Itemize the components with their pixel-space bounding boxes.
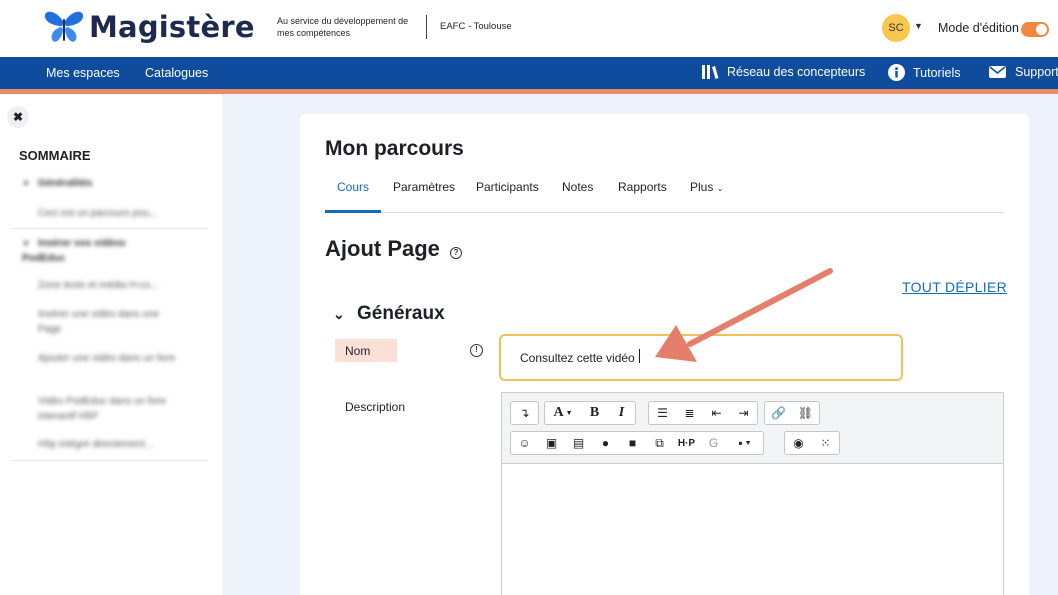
emoji-icon[interactable]: ☺ bbox=[511, 432, 538, 454]
site-logo[interactable]: Magistère bbox=[44, 9, 255, 45]
collapse-toolbar-icon[interactable]: ↴ bbox=[511, 402, 538, 424]
toolbar-group-media: ☺ ▣ ▤ ● ■ ⧉ H·P G ▪ ▼ bbox=[510, 431, 764, 455]
toolbar-group-collapse: ↴ bbox=[510, 401, 539, 425]
accessibility-icon[interactable]: ◉ bbox=[785, 432, 812, 454]
sidebar-section[interactable]: ▼ Insérer vos vidéos PodEduc bbox=[22, 236, 162, 266]
caret-down-icon: ▼ bbox=[22, 239, 30, 248]
video-camera-icon[interactable]: ■ bbox=[619, 432, 646, 454]
tab-plus[interactable]: Plus ⌄ bbox=[690, 180, 723, 194]
bold-icon[interactable]: B bbox=[581, 402, 608, 424]
user-avatar[interactable]: SC bbox=[882, 14, 910, 42]
close-icon: ✖ bbox=[12, 110, 24, 124]
tab-participants[interactable]: Participants bbox=[476, 180, 539, 194]
main-navbar: Mes espaces Catalogues Réseau des concep… bbox=[0, 57, 1058, 89]
course-index-drawer: ✖ SOMMAIRE ▼ Généralités Ceci est un parc… bbox=[0, 94, 222, 595]
text-caret bbox=[639, 349, 640, 363]
name-input[interactable] bbox=[499, 334, 903, 381]
top-header: Magistère Au service du développement de… bbox=[0, 0, 1058, 57]
tab-plus-label: Plus bbox=[690, 180, 714, 194]
name-label: Nom bbox=[335, 339, 397, 362]
toolbar-group-lists: ☰ ≣ ⇤ ⇥ bbox=[648, 401, 758, 425]
sidebar-item[interactable]: Insérer une vidéo dans une Page bbox=[38, 307, 168, 337]
tab-rapports[interactable]: Rapports bbox=[618, 180, 667, 194]
info-icon bbox=[888, 64, 905, 81]
toolbar-group-extra: ◉ ⁙ bbox=[784, 431, 840, 455]
library-icon bbox=[702, 65, 719, 79]
sidebar-section-label: Généralités bbox=[37, 178, 93, 189]
toggle-knob bbox=[1036, 24, 1047, 35]
editor-toolbar: ↴ A ▼ B I ☰ ≣ ⇤ ⇥ 🔗 ⛓ ☺ ▣ ▤ ● ■ ⧉ H·P G ▪… bbox=[502, 393, 1003, 464]
sidebar-divider bbox=[12, 228, 208, 229]
nav-item-mes-espaces[interactable]: Mes espaces bbox=[46, 66, 120, 80]
nav-item-reseau[interactable]: Réseau des concepteurs bbox=[702, 64, 865, 80]
nav-label-reseau: Réseau des concepteurs bbox=[727, 65, 866, 79]
sidebar-item[interactable]: Zone texte et média H-co... bbox=[38, 278, 188, 293]
copy-icon[interactable]: ⧉ bbox=[646, 432, 673, 454]
link-icon[interactable]: 🔗 bbox=[765, 402, 792, 424]
toolbar-group-style: A ▼ B I bbox=[544, 401, 636, 425]
h5p-icon[interactable]: H·P bbox=[673, 432, 700, 454]
section-title[interactable]: Généraux bbox=[357, 303, 445, 325]
toolbar-group-links: 🔗 ⛓ bbox=[764, 401, 820, 425]
chevron-down-icon[interactable]: ▼ bbox=[914, 21, 923, 31]
tab-parametres[interactable]: Paramètres bbox=[393, 180, 455, 194]
edit-mode-toggle[interactable] bbox=[1021, 22, 1049, 37]
media-icon[interactable]: ▤ bbox=[565, 432, 592, 454]
g-icon[interactable]: G bbox=[700, 432, 727, 454]
qr-code-icon[interactable]: ⁙ bbox=[812, 432, 839, 454]
sidebar-item[interactable]: H5p intégré directement... bbox=[38, 437, 188, 452]
sidebar-divider bbox=[12, 460, 208, 461]
nav-item-support[interactable]: Support bbox=[989, 64, 1058, 79]
outdent-icon[interactable]: ⇤ bbox=[703, 402, 730, 424]
site-tagline: Au service du développement de mes compé… bbox=[277, 16, 409, 38]
caret-down-icon: ▼ bbox=[22, 179, 30, 188]
sidebar-item[interactable]: Vidéo PodEduc dans un livre interactif H… bbox=[38, 394, 178, 424]
logo-text: Magistère bbox=[89, 10, 255, 44]
expand-all-link[interactable]: TOUT DÉPLIER bbox=[902, 279, 1007, 295]
tab-notes[interactable]: Notes bbox=[562, 180, 593, 194]
unordered-list-icon[interactable]: ☰ bbox=[649, 402, 676, 424]
secondary-navigation: Cours Paramètres Participants Notes Rapp… bbox=[325, 180, 1004, 213]
active-tab-indicator bbox=[325, 210, 381, 213]
paragraph-style-icon[interactable]: A ▼ bbox=[545, 402, 581, 424]
chevron-down-icon: ⌄ bbox=[716, 184, 724, 193]
form-heading: Ajout Page bbox=[325, 236, 440, 261]
page-title: Mon parcours bbox=[325, 137, 464, 160]
description-editor[interactable]: ↴ A ▼ B I ☰ ≣ ⇤ ⇥ 🔗 ⛓ ☺ ▣ ▤ ● ■ ⧉ H·P G ▪… bbox=[501, 392, 1004, 595]
required-info-icon[interactable]: ! bbox=[470, 344, 483, 357]
description-label: Description bbox=[345, 400, 406, 414]
nav-item-catalogues[interactable]: Catalogues bbox=[145, 66, 208, 80]
nav-item-tutoriels[interactable]: Tutoriels bbox=[888, 64, 960, 81]
mail-icon bbox=[989, 66, 1006, 78]
image-icon[interactable]: ▣ bbox=[538, 432, 565, 454]
italic-icon[interactable]: I bbox=[608, 402, 635, 424]
unlink-icon[interactable]: ⛓ bbox=[792, 402, 819, 424]
butterfly-logo-icon bbox=[44, 11, 84, 42]
sidebar-section[interactable]: ▼ Généralités bbox=[22, 178, 92, 189]
sidebar-item[interactable]: Ceci est un parcours pou... bbox=[38, 206, 188, 221]
sidebar-title: SOMMAIRE bbox=[19, 148, 91, 163]
more-media-icon[interactable]: ▪ ▼ bbox=[727, 432, 763, 454]
close-drawer-button[interactable]: ✖ bbox=[7, 106, 29, 128]
sidebar-item[interactable]: Ajouter une vidéo dans un livre bbox=[38, 351, 188, 366]
microphone-icon[interactable]: ● bbox=[592, 432, 619, 454]
nav-label-support: Support bbox=[1015, 64, 1058, 79]
help-icon[interactable]: ? bbox=[450, 247, 462, 259]
chevron-down-icon[interactable]: ⌄ bbox=[333, 306, 345, 323]
org-name: EAFC - Toulouse bbox=[440, 21, 512, 32]
nav-label-tutoriels: Tutoriels bbox=[913, 65, 961, 80]
edit-mode-label: Mode d'édition bbox=[938, 21, 1019, 35]
header-divider bbox=[426, 15, 427, 39]
tab-cours[interactable]: Cours bbox=[337, 180, 369, 194]
sidebar-section-label: Insérer vos vidéos PodEduc bbox=[22, 238, 126, 264]
indent-icon[interactable]: ⇥ bbox=[730, 402, 757, 424]
ordered-list-icon[interactable]: ≣ bbox=[676, 402, 703, 424]
